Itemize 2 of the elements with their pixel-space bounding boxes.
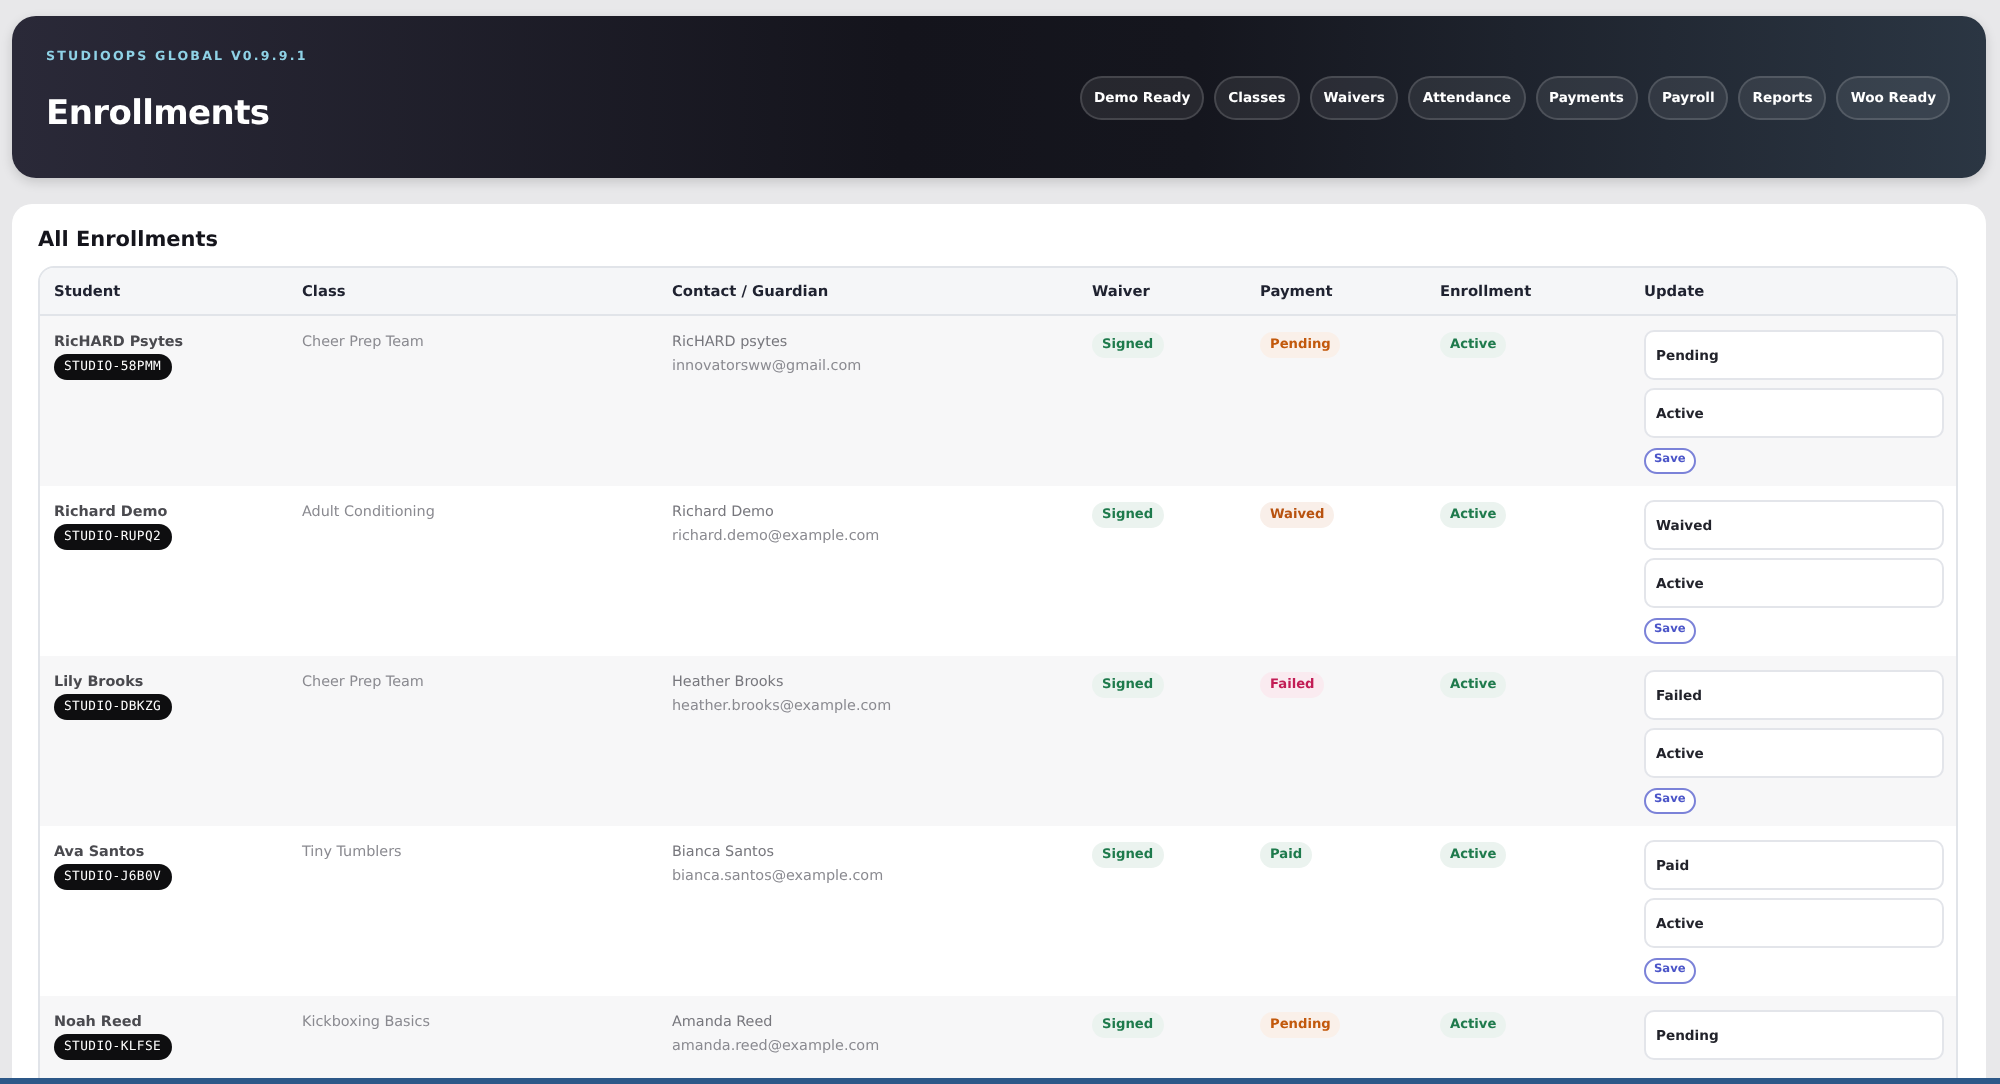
page-title: Enrollments: [46, 92, 270, 136]
section-title: All Enrollments: [38, 226, 221, 254]
